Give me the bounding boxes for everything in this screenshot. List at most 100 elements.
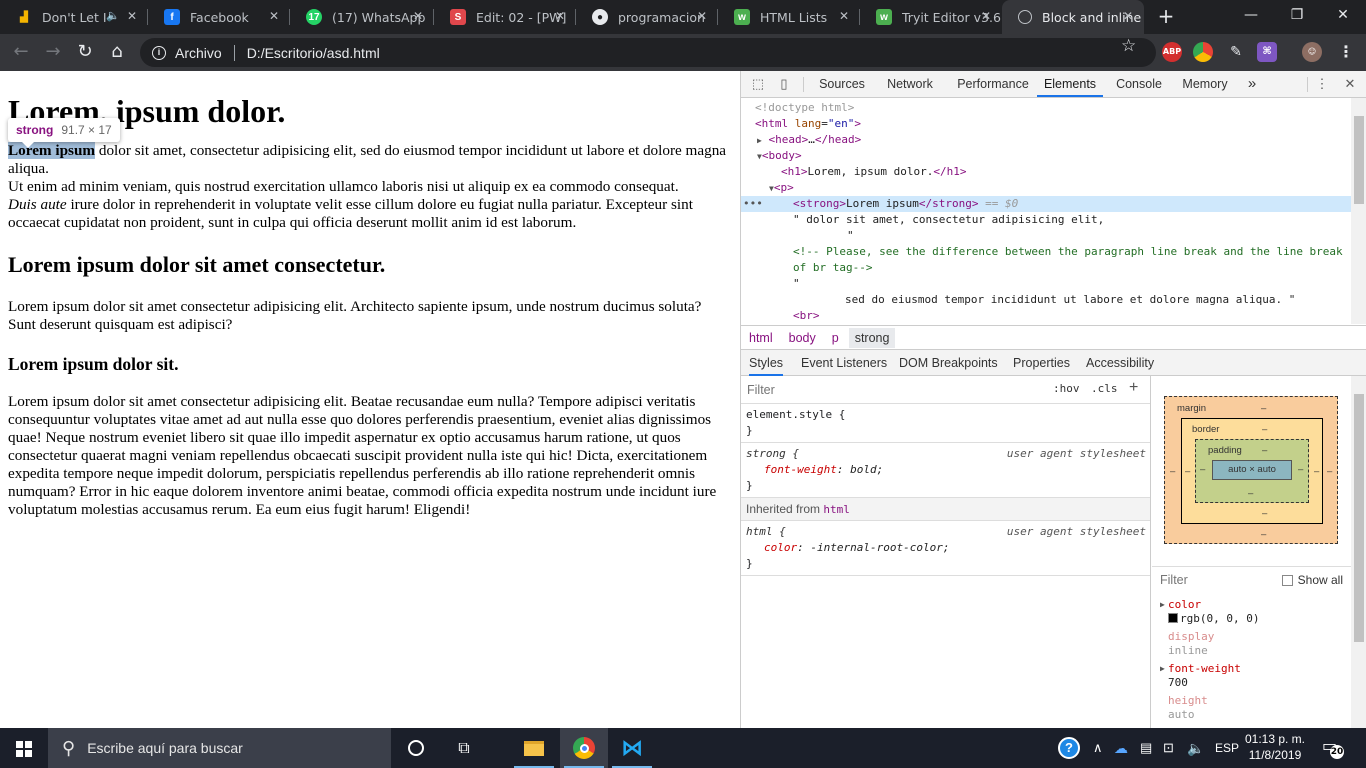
more-tabs-button[interactable]: » <box>1241 71 1263 97</box>
network-device-icon[interactable]: ▤ <box>1140 728 1152 768</box>
cortana-icon[interactable] <box>392 728 440 768</box>
tray-expand-icon[interactable]: ∧ <box>1093 728 1103 768</box>
reload-button[interactable]: ↻ <box>72 39 98 65</box>
tab-5[interactable]: w HTML Lists ✕ <box>718 0 860 34</box>
tab-7-active[interactable]: Block and inline ✕ <box>1002 0 1144 34</box>
dom-ellipsis-button[interactable]: ••• <box>743 196 763 212</box>
close-icon[interactable]: ✕ <box>552 9 568 23</box>
color-swatch[interactable] <box>1168 613 1178 623</box>
expand-triangle-icon[interactable]: ▶ <box>1160 662 1165 676</box>
network-icon[interactable]: ⊡ <box>1163 728 1174 768</box>
dom-line-p[interactable]: ▼<p> <box>741 180 1351 196</box>
restore-button[interactable]: ❐ <box>1274 0 1320 30</box>
computed-color[interactable]: ▶ color rgb(0, 0, 0) <box>1160 598 1259 626</box>
dom-line-html[interactable]: <html lang="en"> <box>741 116 1351 132</box>
task-view-icon[interactable]: ⧉ <box>440 728 488 768</box>
tab-4[interactable]: ● programacion ✕ <box>576 0 718 34</box>
minimize-button[interactable]: — <box>1228 0 1274 30</box>
inherited-from-link[interactable]: html <box>823 503 850 516</box>
address-bar[interactable]: i Archivo D:/Escritorio/asd.html <box>140 38 1156 67</box>
close-icon[interactable]: ✕ <box>836 9 852 23</box>
clock[interactable]: 01:13 p. m. 11/8/2019 <box>1242 731 1308 763</box>
computed-scrollbar[interactable] <box>1351 376 1366 728</box>
inspect-element-icon[interactable]: ⬚ <box>749 75 767 93</box>
tab-console[interactable]: Console <box>1109 71 1169 97</box>
volume-icon[interactable]: 🔈 <box>1187 728 1204 768</box>
box-model-diagram[interactable]: margin – – – – border – – – – padding – … <box>1164 396 1338 544</box>
dom-line-body[interactable]: ▼<body> <box>741 148 1351 164</box>
dom-line-h1[interactable]: <h1>Lorem, ipsum dolor.</h1> <box>741 164 1351 180</box>
tab-elements[interactable]: Elements <box>1037 71 1103 97</box>
devtools-menu-icon[interactable]: ⋮ <box>1313 75 1331 93</box>
dom-line-text-2-start[interactable]: " <box>741 276 1351 292</box>
close-window-button[interactable]: ✕ <box>1320 0 1366 30</box>
subtab-accessibility[interactable]: Accessibility <box>1086 350 1154 376</box>
home-button[interactable]: ⌂ <box>104 39 130 65</box>
grid-extension-icon[interactable]: ⌘ <box>1257 42 1277 62</box>
computed-height[interactable]: height auto <box>1168 694 1208 722</box>
subtab-event-listeners[interactable]: Event Listeners <box>801 350 887 376</box>
tab-2[interactable]: 17 (17) WhatsApp ✕ <box>290 0 434 34</box>
help-icon[interactable]: ? <box>1058 728 1080 768</box>
tab-memory[interactable]: Memory <box>1175 71 1235 97</box>
new-tab-button[interactable]: + <box>1154 4 1178 28</box>
file-explorer-icon[interactable] <box>510 728 558 768</box>
onedrive-icon[interactable]: ☁ <box>1114 728 1128 768</box>
crumb-p[interactable]: p <box>832 331 839 345</box>
tab-network[interactable]: Network <box>879 71 941 97</box>
strong-style-rule[interactable]: strong { user agent stylesheet font-weig… <box>741 443 1150 498</box>
close-icon[interactable]: ✕ <box>410 9 426 23</box>
expand-triangle-icon[interactable]: ▶ <box>757 136 762 145</box>
device-toolbar-icon[interactable]: ▯ <box>775 75 793 93</box>
cls-button[interactable]: .cls <box>1091 382 1118 395</box>
close-icon[interactable]: ✕ <box>1120 9 1136 23</box>
avatar[interactable]: ☺ <box>1302 42 1322 62</box>
subtab-styles[interactable]: Styles <box>749 350 783 376</box>
dom-line-head[interactable]: ▶ <head>…</head> <box>741 132 1351 148</box>
start-button[interactable] <box>0 728 48 768</box>
tab-6[interactable]: w Tryit Editor v3.6 ✕ <box>860 0 1002 34</box>
dom-line-doctype[interactable]: <!doctype html> <box>741 100 1351 116</box>
crumb-strong[interactable]: strong <box>848 327 896 348</box>
dom-line-text-1[interactable]: " dolor sit amet, consectetur adipisicin… <box>741 212 1351 228</box>
subtab-properties[interactable]: Properties <box>1013 350 1070 376</box>
close-devtools-icon[interactable]: ✕ <box>1341 75 1359 93</box>
dom-line-br[interactable]: <br> <box>741 308 1351 324</box>
vscode-icon[interactable]: ⋈ <box>608 728 656 768</box>
tab-sources[interactable]: Sources <box>813 71 871 97</box>
taskbar-search[interactable]: ⚲ Escribe aquí para buscar <box>48 728 391 768</box>
computed-filter-input[interactable]: Filter <box>1160 573 1188 587</box>
dom-line-strong-selected[interactable]: ••• <strong>Lorem ipsum</strong> == $0 <box>741 196 1351 212</box>
color-extension-icon[interactable] <box>1193 42 1213 62</box>
notification-center-icon[interactable]: ▭ 20 <box>1322 736 1344 759</box>
hov-button[interactable]: :hov <box>1053 382 1080 395</box>
dom-line-comment-1[interactable]: <!-- Please, see the difference between … <box>741 244 1351 260</box>
html-style-rule[interactable]: html { user agent stylesheet color: -int… <box>741 521 1150 576</box>
show-all-checkbox[interactable]: Show all <box>1281 573 1343 587</box>
crumb-body[interactable]: body <box>789 331 816 345</box>
close-icon[interactable]: ✕ <box>694 9 710 23</box>
new-rule-button[interactable]: + <box>1129 379 1138 397</box>
info-icon[interactable]: i <box>152 45 166 60</box>
styles-filter-input[interactable]: Filter <box>747 383 775 397</box>
tab-performance[interactable]: Performance <box>949 71 1037 97</box>
tab-1[interactable]: f Facebook ✕ <box>148 0 290 34</box>
close-icon[interactable]: ✕ <box>124 9 140 23</box>
crumb-html[interactable]: html <box>749 331 773 345</box>
expand-triangle-icon[interactable]: ▶ <box>1160 598 1165 612</box>
url-text[interactable]: D:/Escritorio/asd.html <box>247 45 380 61</box>
tab-0[interactable]: ▟ Don't Let I 🔈 ✕ <box>0 0 148 34</box>
close-icon[interactable]: ✕ <box>978 9 994 23</box>
adblock-icon[interactable]: ABP <box>1162 42 1182 62</box>
tab-3[interactable]: S Edit: 02 - [PW] ✕ <box>434 0 576 34</box>
computed-font-weight[interactable]: ▶ font-weight 700 <box>1160 662 1241 690</box>
bookmark-star-icon[interactable]: ☆ <box>1121 36 1136 56</box>
menu-kebab-icon[interactable]: ⋮ <box>1336 42 1356 62</box>
forward-button[interactable]: → <box>40 39 66 65</box>
language-indicator[interactable]: ESP <box>1215 728 1239 768</box>
chrome-icon[interactable] <box>560 728 608 768</box>
subtab-dom-breakpoints[interactable]: DOM Breakpoints <box>899 350 998 376</box>
element-style-rule[interactable]: element.style { } <box>741 404 1150 443</box>
back-button[interactable]: ← <box>8 39 34 65</box>
close-icon[interactable]: ✕ <box>266 9 282 23</box>
